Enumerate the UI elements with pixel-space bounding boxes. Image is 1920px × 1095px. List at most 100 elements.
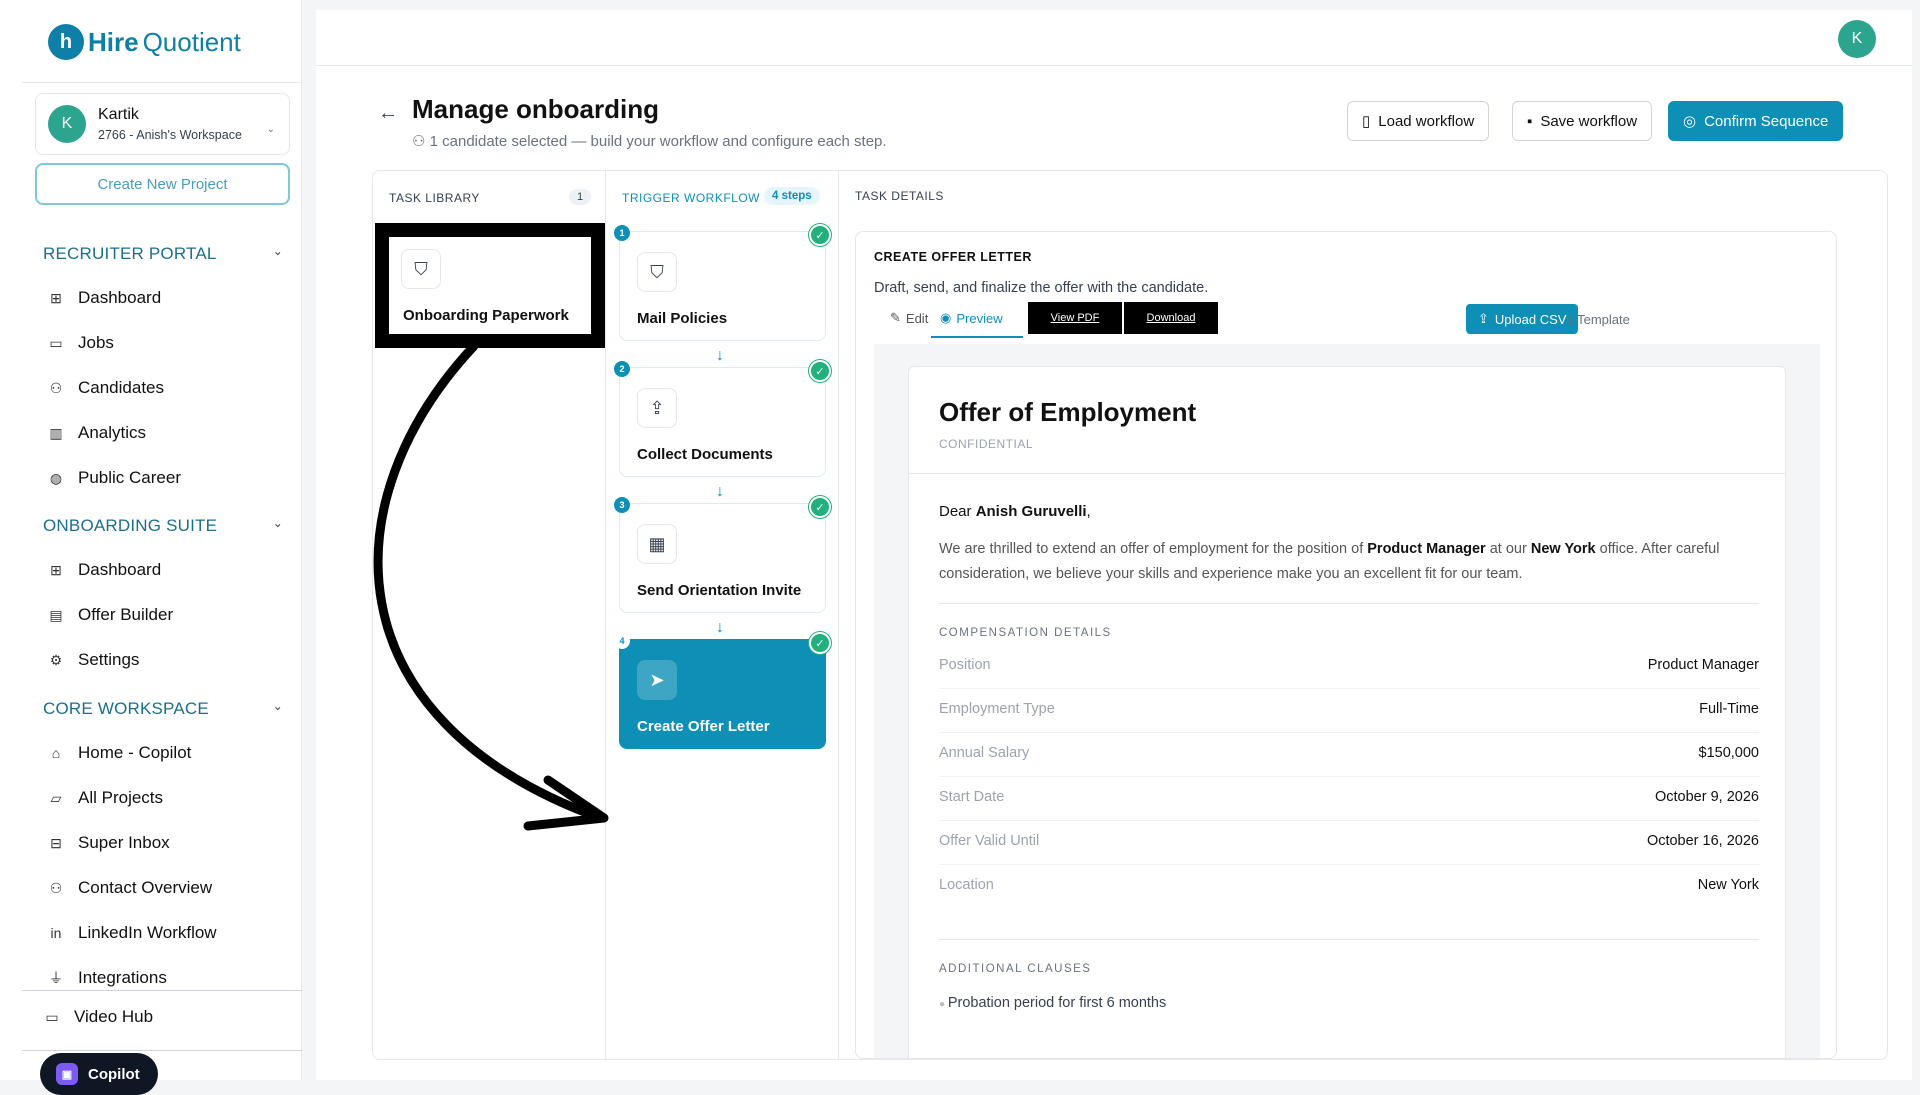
- calendar-icon: ▦: [637, 524, 677, 564]
- create-new-project-button[interactable]: Create New Project: [35, 163, 290, 205]
- comp-row: Start Date October 9, 2026: [939, 777, 1759, 821]
- task-library-column: TASK LIBRARY 1 ⛉ Onboarding Paperwork: [373, 171, 606, 1059]
- main-content: K ← Manage onboarding ⚇ 1 candidate sele…: [316, 10, 1912, 1080]
- dear-text: Dear: [939, 503, 972, 520]
- document-icon: ▤: [49, 606, 63, 623]
- workspace-switcher[interactable]: K Kartik 2766 - Anish's Workspace ⌄: [35, 93, 290, 155]
- nav-home-copilot[interactable]: ⌂ Home - Copilot: [48, 743, 192, 763]
- eye-icon: ◉: [940, 310, 952, 325]
- nav-integrations[interactable]: ⏚ Integrations: [48, 968, 167, 988]
- nav-label: Dashboard: [78, 288, 162, 307]
- clause-item: ● Probation period for first 6 months: [939, 995, 1166, 1011]
- load-workflow-button[interactable]: ▯ Load workflow: [1347, 101, 1490, 141]
- nav-linkedin-workflow[interactable]: in LinkedIn Workflow: [48, 923, 217, 943]
- logo-mark-icon: h: [48, 24, 84, 60]
- nav-label: All Projects: [78, 788, 164, 807]
- nav-label: Public Career: [78, 468, 181, 487]
- nav-offer-builder[interactable]: ▤ Offer Builder: [48, 605, 173, 625]
- divider: [22, 990, 302, 991]
- step-number: 3: [614, 497, 630, 513]
- user-avatar[interactable]: K: [1838, 20, 1876, 58]
- chevron-down-icon: ⌄: [272, 699, 283, 713]
- workspace-user: Kartik: [98, 106, 139, 123]
- nav-settings[interactable]: ⚙ Settings: [48, 650, 140, 670]
- para-text: at our: [1489, 541, 1527, 557]
- nav-all-projects[interactable]: ▱ All Projects: [48, 788, 163, 808]
- nav-super-inbox[interactable]: ⊟ Super Inbox: [48, 833, 170, 853]
- salutation: Dear Anish Guruvelli,: [939, 503, 1091, 520]
- upload-icon: ⇪: [637, 388, 677, 428]
- section-onboarding-suite[interactable]: ONBOARDING SUITE ⌄: [43, 516, 283, 536]
- save-workflow-button[interactable]: ▪ Save workflow: [1512, 101, 1653, 141]
- download-icon: ⤓: [1568, 312, 1578, 327]
- gear-icon: ⚙: [49, 651, 63, 668]
- nav-jobs[interactable]: ▭ Jobs: [48, 333, 114, 353]
- nav-label: Analytics: [78, 423, 147, 442]
- comp-key: Employment Type: [939, 701, 1055, 717]
- trigger-workflow-header: TRIGGER WORKFLOW: [622, 191, 760, 205]
- step-card-send-orientation-invite[interactable]: ▦ Send Orientation Invite: [619, 503, 826, 613]
- step-card-collect-documents[interactable]: ⇪ Collect Documents: [619, 367, 826, 477]
- office-name: New York: [1530, 541, 1596, 557]
- section-title: CORE WORKSPACE: [43, 699, 209, 718]
- nav-label: LinkedIn Workflow: [78, 923, 217, 942]
- shield-icon: ⛉: [401, 249, 441, 289]
- button-label: Save workflow: [1540, 112, 1638, 130]
- task-details-header: TASK DETAILS: [855, 189, 944, 203]
- nav-candidates[interactable]: ⚇ Candidates: [48, 378, 164, 398]
- brand-logo[interactable]: h Hire Quotient: [48, 24, 241, 60]
- tab-edit[interactable]: ✎ Edit: [890, 310, 928, 326]
- comp-value: New York: [1697, 877, 1759, 893]
- section-recruiter-portal[interactable]: RECRUITER PORTAL ⌄: [43, 244, 283, 264]
- tab-preview[interactable]: ◉ Preview: [940, 310, 1003, 326]
- button-label: Upload CSV: [1494, 311, 1567, 327]
- comp-key: Start Date: [939, 789, 1005, 805]
- nav-video-hub[interactable]: ▭ Video Hub: [44, 1007, 153, 1027]
- nav-public-career[interactable]: ◍ Public Career: [48, 468, 181, 488]
- button-label: Confirm Sequence: [1704, 112, 1829, 130]
- task-card-label: Onboarding Paperwork: [403, 307, 569, 324]
- check-icon: ✓: [809, 632, 831, 654]
- briefcase-icon: ▭: [49, 334, 63, 351]
- nav-analytics[interactable]: ▥ Analytics: [48, 423, 146, 443]
- back-arrow-icon[interactable]: ←: [378, 102, 398, 125]
- inbox-icon: ⊟: [50, 834, 62, 851]
- page-title: Manage onboarding: [412, 94, 659, 124]
- comp-value: October 9, 2026: [1655, 789, 1759, 805]
- chevron-down-icon: ⌄: [272, 244, 283, 258]
- download-button[interactable]: Download: [1124, 302, 1218, 334]
- comp-row: Employment Type Full-Time: [939, 689, 1759, 733]
- chevron-down-icon: ⌄: [266, 124, 275, 135]
- video-icon: ▭: [45, 1008, 59, 1025]
- nav-label: Settings: [78, 650, 140, 669]
- send-icon: ➤: [637, 660, 677, 700]
- section-core-workspace[interactable]: CORE WORKSPACE ⌄: [43, 699, 283, 719]
- nav-contact-overview[interactable]: ⚇ Contact Overview: [48, 878, 212, 898]
- step-label: Collect Documents: [637, 446, 773, 463]
- divider: [909, 473, 1785, 474]
- confirm-sequence-button[interactable]: ◎ Confirm Sequence: [1668, 101, 1844, 141]
- comp-value: October 16, 2026: [1646, 833, 1759, 849]
- comp-value: Full-Time: [1699, 701, 1759, 717]
- step-card-create-offer-letter[interactable]: ➤ Create Offer Letter: [619, 639, 826, 749]
- nav-onboarding-dashboard[interactable]: ⊞ Dashboard: [48, 560, 161, 580]
- step-number: 1: [614, 225, 630, 241]
- tab-active-underline: [931, 336, 1023, 338]
- template-button[interactable]: ⤓ Template: [1568, 312, 1630, 328]
- step-label: Mail Policies: [637, 310, 728, 327]
- upload-csv-button[interactable]: ⇪ Upload CSV: [1466, 304, 1579, 334]
- nav-label: Home - Copilot: [78, 743, 192, 762]
- users-icon: ⚇: [412, 133, 430, 150]
- check-icon: ✓: [809, 360, 831, 382]
- users-icon: ⚇: [49, 879, 63, 896]
- nav-recruiter-dashboard[interactable]: ⊞ Dashboard: [48, 288, 161, 308]
- step-card-mail-policies[interactable]: ⛉ Mail Policies: [619, 231, 826, 341]
- arrow-down-icon: ↓: [716, 347, 724, 364]
- copilot-button[interactable]: ▣ Copilot: [40, 1053, 158, 1095]
- globe-icon: ◍: [49, 469, 63, 486]
- pencil-icon: ✎: [890, 310, 901, 325]
- task-card-onboarding-paperwork[interactable]: ⛉ Onboarding Paperwork: [375, 223, 605, 348]
- view-pdf-button[interactable]: View PDF: [1028, 302, 1122, 334]
- comp-key: Position: [939, 657, 991, 673]
- save-icon: ▪: [1527, 112, 1533, 130]
